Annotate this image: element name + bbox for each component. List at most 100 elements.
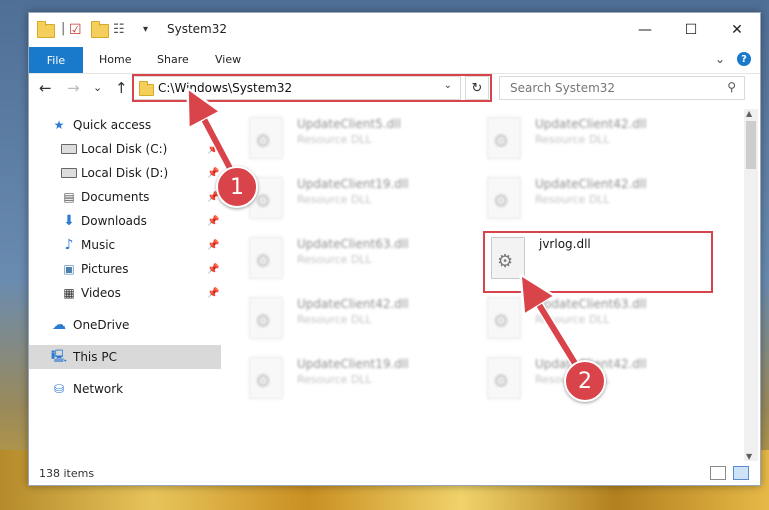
address-bar-highlight bbox=[132, 74, 492, 102]
pin-icon[interactable]: 📌 bbox=[207, 264, 219, 275]
close-button[interactable]: ✕ bbox=[714, 13, 760, 47]
dll-file-icon bbox=[487, 357, 521, 399]
sidebar-item-label: Local Disk (C:) bbox=[81, 142, 168, 156]
file-item[interactable]: UpdateClient63.dll Resource DLL bbox=[249, 235, 469, 289]
callout-badge-2: 2 bbox=[564, 360, 606, 402]
star-icon: ★ bbox=[53, 118, 65, 132]
sidebar-item-music[interactable]: ♪ Music 📌 bbox=[29, 233, 221, 257]
sidebar-item-label: Local Disk (D:) bbox=[81, 166, 169, 180]
file-item[interactable]: UpdateClient19.dll Resource DLL bbox=[249, 175, 469, 229]
file-name: UpdateClient42.dll bbox=[297, 297, 409, 311]
scroll-up-icon[interactable]: ▲ bbox=[746, 109, 752, 118]
large-icons-view-button[interactable] bbox=[733, 466, 749, 480]
file-name: UpdateClient63.dll bbox=[535, 297, 647, 311]
file-description: Resource DLL bbox=[297, 313, 372, 326]
pin-icon[interactable]: 📌 bbox=[207, 240, 219, 251]
status-bar: 138 items bbox=[29, 461, 760, 485]
file-description: Resource DLL bbox=[297, 133, 372, 146]
pictures-icon: ▣ bbox=[63, 262, 75, 276]
sidebar-item-downloads[interactable]: ⬇ Downloads 📌 bbox=[29, 209, 221, 233]
details-view-button[interactable] bbox=[710, 466, 726, 480]
file-description: Resource DLL bbox=[535, 313, 610, 326]
sidebar-item-label: Downloads bbox=[81, 214, 147, 228]
sidebar-item-local-disk-d[interactable]: Local Disk (D:) 📌 bbox=[29, 161, 221, 185]
file-name: UpdateClient5.dll bbox=[297, 117, 401, 131]
file-name: UpdateClient19.dll bbox=[297, 357, 409, 371]
help-button[interactable]: ? bbox=[737, 52, 751, 66]
dropdown-arrow-icon[interactable]: ▾ bbox=[143, 24, 159, 40]
sidebar-item-this-pc[interactable]: 🖳 This PC bbox=[29, 345, 221, 369]
tab-share[interactable]: Share bbox=[157, 53, 189, 66]
file-name: UpdateClient63.dll bbox=[297, 237, 409, 251]
file-name: UpdateClient42.dll bbox=[535, 177, 647, 191]
sidebar-item-onedrive[interactable]: ☁ OneDrive bbox=[29, 313, 221, 337]
maximize-button[interactable]: ☐ bbox=[668, 13, 714, 47]
music-icon: ♪ bbox=[64, 237, 74, 253]
tab-file[interactable]: File bbox=[29, 47, 83, 73]
folder-icon bbox=[37, 21, 55, 38]
drive-icon bbox=[61, 165, 77, 181]
callout-badge-1: 1 bbox=[216, 166, 258, 208]
new-folder-icon[interactable] bbox=[91, 21, 109, 38]
file-item[interactable]: UpdateClient42.dll Resource DLL bbox=[249, 295, 469, 349]
file-item[interactable]: UpdateClient5.dll Resource DLL bbox=[249, 115, 469, 169]
file-description: Resource DLL bbox=[535, 193, 610, 206]
help-icon: ? bbox=[737, 52, 751, 66]
tab-home[interactable]: Home bbox=[99, 53, 131, 66]
navigation-pane: ★ Quick access Local Disk (C:) 📌 Local D… bbox=[29, 109, 221, 439]
dll-file-icon bbox=[249, 297, 283, 339]
recent-locations-button[interactable]: ⌄ bbox=[93, 81, 102, 94]
sidebar-item-label: Videos bbox=[81, 286, 121, 300]
search-icon: ⚲ bbox=[727, 80, 736, 94]
sidebar-item-network[interactable]: ⛁ Network bbox=[29, 377, 221, 401]
computer-icon: 🖳 bbox=[51, 348, 68, 363]
minimize-button[interactable]: — bbox=[622, 13, 668, 47]
sidebar-item-label: This PC bbox=[73, 350, 117, 364]
network-icon: ⛁ bbox=[53, 382, 65, 396]
file-item[interactable]: UpdateClient42.dll Resource DLL bbox=[487, 115, 707, 169]
search-box[interactable]: ⚲ bbox=[499, 76, 745, 100]
pin-icon[interactable]: 📌 bbox=[207, 288, 219, 299]
scroll-down-icon[interactable]: ▼ bbox=[746, 452, 752, 461]
sidebar-item-label: Music bbox=[81, 238, 116, 252]
file-description: Resource DLL bbox=[297, 193, 372, 206]
sidebar-item-pictures[interactable]: ▣ Pictures 📌 bbox=[29, 257, 221, 281]
pin-icon[interactable]: 📌 bbox=[207, 216, 219, 227]
title-bar: | ☑ ☷ ▾ System32 — ☐ ✕ bbox=[29, 13, 760, 47]
sidebar-item-label: Pictures bbox=[81, 262, 129, 276]
file-name: UpdateClient42.dll bbox=[535, 117, 647, 131]
sidebar-item-videos[interactable]: ▦ Videos 📌 bbox=[29, 281, 221, 305]
dll-file-icon bbox=[249, 237, 283, 279]
sidebar-item-quick-access[interactable]: ★ Quick access bbox=[29, 113, 221, 137]
file-description: Resource DLL bbox=[297, 253, 372, 266]
dll-file-icon bbox=[249, 117, 283, 159]
download-icon: ⬇ bbox=[63, 213, 75, 229]
window-title: System32 bbox=[167, 22, 228, 36]
file-item[interactable]: UpdateClient63.dll Resource DLL bbox=[487, 295, 707, 349]
scroll-thumb[interactable] bbox=[746, 121, 756, 169]
cloud-icon: ☁ bbox=[52, 317, 66, 333]
pin-icon[interactable]: 📌 bbox=[207, 144, 219, 155]
drive-icon bbox=[61, 141, 77, 157]
forward-button[interactable]: → bbox=[67, 79, 80, 97]
sidebar-item-label: Quick access bbox=[73, 118, 152, 132]
dll-file-icon bbox=[487, 117, 521, 159]
sidebar-item-local-disk-c[interactable]: Local Disk (C:) 📌 bbox=[29, 137, 221, 161]
properties-icon[interactable]: ☑ bbox=[69, 22, 85, 38]
expand-ribbon-icon[interactable]: ⌄ bbox=[715, 52, 725, 66]
vertical-scrollbar[interactable]: ▲ ▼ bbox=[744, 109, 758, 461]
file-item[interactable]: UpdateClient42.dll Resource DLL bbox=[487, 175, 707, 229]
customize-icon[interactable]: ☷ bbox=[113, 22, 129, 38]
dll-file-icon bbox=[487, 297, 521, 339]
file-description: Resource DLL bbox=[297, 373, 372, 386]
search-input[interactable] bbox=[508, 80, 712, 96]
tab-view[interactable]: View bbox=[215, 53, 241, 66]
documents-icon: ▤ bbox=[63, 190, 75, 204]
up-button[interactable]: ↑ bbox=[115, 79, 128, 97]
ribbon: File Home Share View ⌄ ? bbox=[29, 47, 760, 74]
file-name: UpdateClient19.dll bbox=[297, 177, 409, 191]
videos-icon: ▦ bbox=[63, 286, 75, 300]
file-item[interactable]: UpdateClient19.dll Resource DLL bbox=[249, 355, 469, 409]
sidebar-item-documents[interactable]: ▤ Documents 📌 bbox=[29, 185, 221, 209]
back-button[interactable]: ← bbox=[39, 79, 52, 97]
